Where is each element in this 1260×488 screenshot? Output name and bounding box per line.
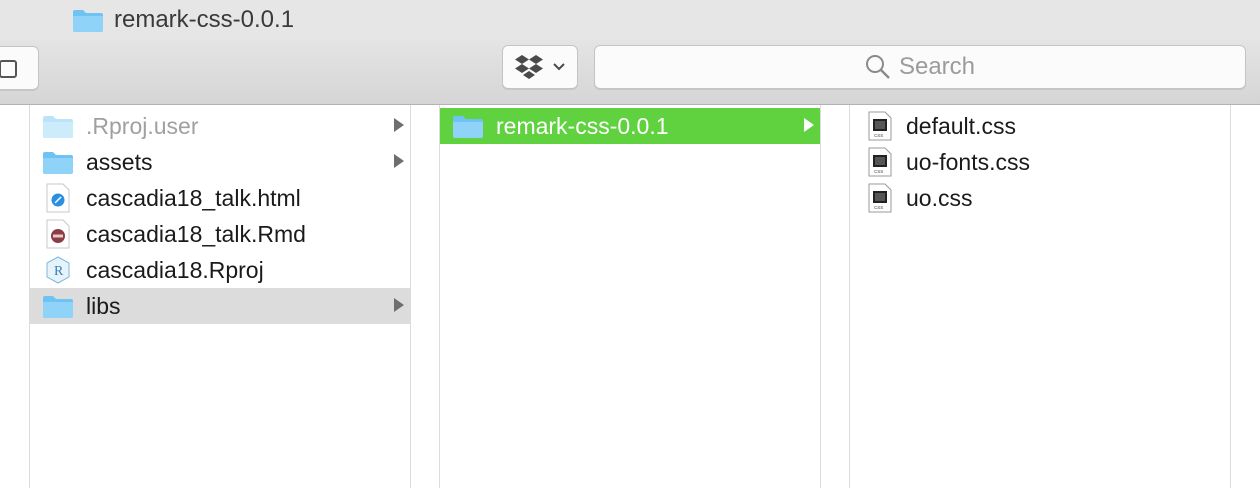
list-item[interactable]: R cascadia18.Rproj [30, 252, 410, 288]
list-item[interactable]: assets [30, 144, 410, 180]
list-item[interactable]: cascadia18_talk.html [30, 180, 410, 216]
window-titlebar: remark-css-0.0.1 [0, 0, 1260, 40]
column-divider[interactable] [820, 105, 821, 488]
window-title-text: remark-css-0.0.1 [114, 6, 295, 33]
dropbox-icon [515, 55, 543, 79]
item-label: assets [86, 149, 153, 175]
browser-column-3: CSS default.css CSS uo-fonts.css CSS uo.… [850, 105, 1230, 488]
svg-text:CSS: CSS [874, 205, 883, 210]
browser-column-1: .Rproj.user assets cascadia18_talk.html … [30, 105, 410, 488]
folder-icon [452, 111, 484, 141]
search-input[interactable]: Search [594, 45, 1246, 89]
dropbox-button[interactable] [502, 45, 578, 89]
window-title: remark-css-0.0.1 [72, 5, 294, 35]
item-label: uo-fonts.css [906, 149, 1030, 175]
item-label: uo.css [906, 185, 973, 211]
search-placeholder: Search [898, 53, 976, 80]
rmd-icon [42, 219, 74, 249]
svg-text:CSS: CSS [874, 169, 883, 174]
item-label: cascadia18_talk.Rmd [86, 221, 306, 247]
folder-icon [42, 111, 74, 141]
safari-html-icon [42, 183, 74, 213]
column-divider[interactable] [410, 105, 411, 488]
disclosure-arrow-icon [394, 118, 404, 132]
svg-text:R: R [54, 264, 64, 279]
search-icon [865, 55, 890, 79]
css-file-icon: CSS [864, 111, 896, 141]
css-file-icon: CSS [864, 183, 896, 213]
item-label: remark-css-0.0.1 [496, 113, 669, 139]
folder-icon [42, 291, 74, 321]
disclosure-arrow-icon [394, 298, 404, 312]
column-divider[interactable] [1230, 105, 1231, 488]
view-button[interactable] [0, 46, 39, 90]
list-item[interactable]: .Rproj.user [30, 108, 410, 144]
disclosure-arrow-icon [804, 118, 814, 132]
css-file-icon: CSS [864, 147, 896, 177]
item-label: .Rproj.user [86, 113, 199, 139]
item-label: cascadia18.Rproj [86, 257, 264, 283]
list-item[interactable]: remark-css-0.0.1 [440, 108, 820, 144]
item-label: cascadia18_talk.html [86, 185, 301, 211]
folder-icon [42, 147, 74, 177]
list-item[interactable]: cascadia18_talk.Rmd [30, 216, 410, 252]
browser-column-2: remark-css-0.0.1 [440, 105, 820, 488]
view-icon [0, 60, 17, 78]
item-label: libs [86, 293, 121, 319]
list-item[interactable]: libs [30, 288, 410, 324]
list-item[interactable]: CSS uo.css [850, 180, 1230, 216]
svg-text:CSS: CSS [874, 133, 883, 138]
folder-icon [73, 10, 103, 32]
chevron-down-icon [553, 63, 565, 71]
list-item[interactable]: CSS uo-fonts.css [850, 144, 1230, 180]
disclosure-arrow-icon [394, 154, 404, 168]
toolbar: Search [0, 40, 1260, 105]
item-label: default.css [906, 113, 1016, 139]
rproj-icon: R [42, 255, 74, 285]
list-item[interactable]: CSS default.css [850, 108, 1230, 144]
